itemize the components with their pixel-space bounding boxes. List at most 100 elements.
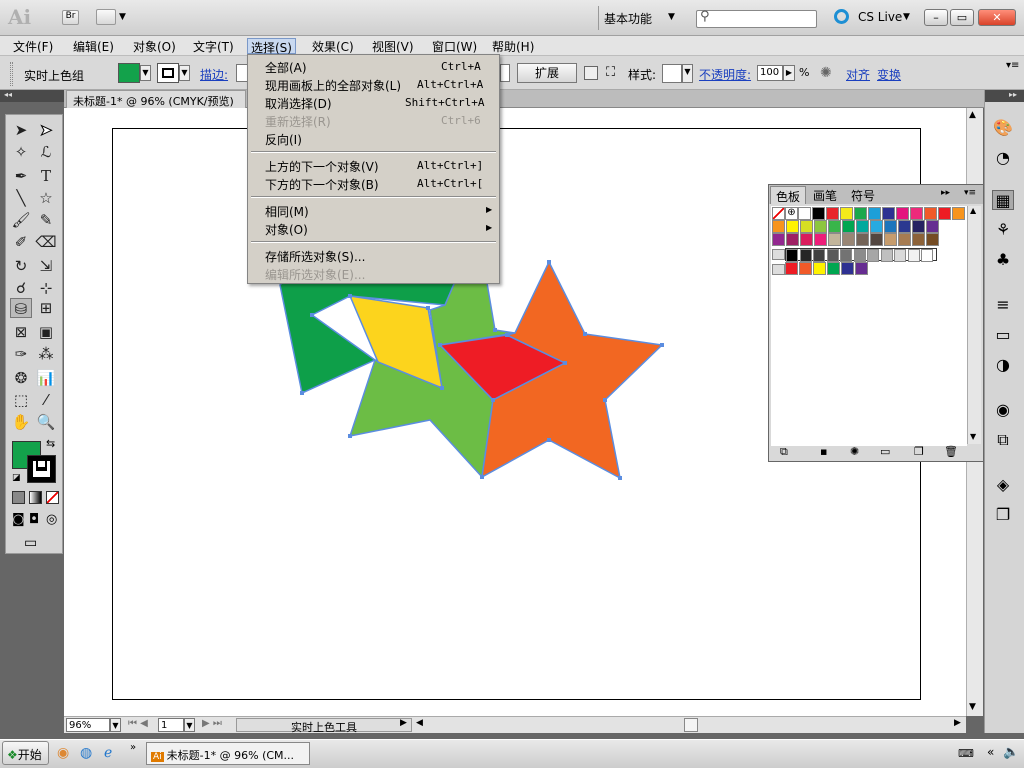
brushes-panel-icon[interactable]: ⚘: [992, 220, 1014, 240]
swatch[interactable]: [894, 249, 906, 262]
symbols-panel-icon[interactable]: ♣: [992, 250, 1014, 270]
swatch[interactable]: [910, 207, 923, 220]
anchor-point[interactable]: [603, 398, 607, 402]
anchor-point[interactable]: [348, 434, 352, 438]
show-kinds-icon[interactable]: ▪: [820, 445, 827, 458]
chevron-right-icon[interactable]: ▶: [400, 718, 407, 728]
swatch-none[interactable]: [772, 207, 785, 220]
swatch[interactable]: [912, 220, 925, 233]
panel-menu-icon[interactable]: ▾≡: [964, 188, 976, 198]
swatch[interactable]: [867, 249, 879, 262]
swatch[interactable]: [854, 207, 867, 220]
appearance-panel-icon[interactable]: ◉: [992, 400, 1014, 420]
swatch[interactable]: [882, 207, 895, 220]
chevron-down-icon[interactable]: ▼: [184, 718, 195, 732]
swatch[interactable]: [826, 249, 839, 262]
scroll-up-icon[interactable]: ▲: [969, 110, 976, 120]
ie-quicklaunch-icon[interactable]: ℯ: [104, 745, 112, 761]
artboards-panel-icon[interactable]: ❐: [992, 505, 1014, 525]
tab-symbols[interactable]: 符号: [846, 186, 880, 204]
scroll-down-icon[interactable]: ▼: [970, 432, 976, 441]
swatch[interactable]: [786, 233, 799, 246]
status-tool-label[interactable]: 实时上色工具: [236, 718, 412, 734]
anchor-point[interactable]: [426, 306, 430, 310]
tray-expand-icon[interactable]: «: [987, 745, 994, 759]
swatch[interactable]: [814, 233, 827, 246]
swatches-panel-icon[interactable]: ▦: [992, 190, 1014, 210]
swatch-options-icon[interactable]: ✺: [850, 445, 859, 458]
swatch[interactable]: [772, 220, 785, 233]
anchor-point[interactable]: [480, 475, 484, 479]
anchor-point[interactable]: [440, 386, 444, 390]
keyboard-icon[interactable]: ⌨: [958, 747, 974, 760]
anchor-point[interactable]: [618, 476, 622, 480]
anchor-point[interactable]: [493, 328, 497, 332]
swatch[interactable]: [798, 207, 811, 220]
dock-expand-icon[interactable]: ▸▸: [985, 90, 1024, 102]
swatch[interactable]: [813, 249, 825, 262]
graphic-styles-icon[interactable]: ⧉: [992, 430, 1014, 450]
color-guide-icon[interactable]: ◔: [992, 148, 1014, 168]
swatch-registration[interactable]: ⊕: [785, 207, 798, 220]
chevron-down-icon[interactable]: ▼: [110, 718, 121, 732]
swatch[interactable]: [884, 233, 897, 246]
swatch[interactable]: [921, 249, 933, 262]
menu-item-select-all-artboard[interactable]: 现用画板上的全部对象(L): [265, 77, 401, 94]
menu-item-save-selection[interactable]: 存储所选对象(S)...: [265, 248, 365, 265]
menu-item-select-all[interactable]: 全部(A): [265, 59, 307, 76]
swatch[interactable]: [856, 233, 869, 246]
swatch[interactable]: [841, 262, 854, 275]
anchor-point[interactable]: [547, 260, 551, 264]
swatch[interactable]: [907, 249, 920, 262]
app-quicklaunch-icon[interactable]: ◍: [80, 745, 92, 761]
anchor-point[interactable]: [491, 398, 495, 402]
volume-icon[interactable]: 🔈: [1003, 745, 1019, 760]
menu-item-next-object-above[interactable]: 上方的下一个对象(V): [265, 158, 379, 175]
zoom-field[interactable]: 96%: [66, 718, 110, 732]
anchor-point[interactable]: [300, 391, 304, 395]
start-button[interactable]: ❖开始: [2, 741, 49, 765]
swatch[interactable]: [786, 249, 798, 262]
browser-quicklaunch-icon[interactable]: ◉: [57, 745, 69, 761]
scroll-left-icon[interactable]: ◀: [416, 718, 423, 728]
swatch[interactable]: [898, 220, 911, 233]
color-group-folder-icon[interactable]: [772, 249, 785, 260]
menu-item-deselect[interactable]: 取消选择(D): [265, 95, 332, 112]
swatch[interactable]: [826, 207, 839, 220]
menu-item-same[interactable]: 相同(M): [265, 203, 309, 220]
anchor-point[interactable]: [583, 332, 587, 336]
scroll-right-icon[interactable]: ▶: [954, 718, 961, 728]
swatch[interactable]: [912, 233, 925, 246]
swatch-library-icon[interactable]: ⧉: [780, 445, 788, 459]
swatch[interactable]: [856, 220, 869, 233]
swatch[interactable]: [813, 262, 826, 275]
swatch[interactable]: [840, 249, 852, 262]
swatch[interactable]: [926, 220, 939, 233]
swatch[interactable]: [896, 207, 909, 220]
swatches-scrollbar[interactable]: ▲ ▼: [967, 206, 981, 444]
swatch[interactable]: [799, 262, 812, 275]
anchor-point[interactable]: [660, 343, 664, 347]
swatch[interactable]: [952, 207, 965, 220]
color-group-folder-icon[interactable]: [772, 264, 785, 275]
gradient-panel-icon[interactable]: ▭: [992, 325, 1014, 345]
swatch[interactable]: [924, 207, 937, 220]
swatch[interactable]: [880, 249, 893, 262]
live-paint-group[interactable]: [279, 260, 664, 480]
menu-item-next-object-below[interactable]: 下方的下一个对象(B): [265, 176, 379, 193]
new-swatch-icon[interactable]: ❐: [914, 445, 924, 458]
swatch[interactable]: [814, 220, 827, 233]
swatch[interactable]: [785, 262, 798, 275]
swatch[interactable]: [853, 249, 866, 262]
anchor-point[interactable]: [438, 343, 442, 347]
swatch[interactable]: [786, 220, 799, 233]
delete-swatch-icon[interactable]: 🗑: [944, 445, 958, 458]
taskbar-item-illustrator[interactable]: Ai 未标题-1* @ 96% (CM...: [146, 742, 310, 765]
new-color-group-icon[interactable]: ▭: [880, 445, 890, 458]
menu-item-object[interactable]: 对象(O): [265, 221, 308, 238]
quicklaunch-more-icon[interactable]: »: [130, 742, 136, 753]
panel-collapse-icon[interactable]: ▸▸: [941, 188, 950, 198]
menu-item-reselect[interactable]: 重新选择(R): [265, 113, 331, 130]
swatch[interactable]: [884, 220, 897, 233]
anchor-point[interactable]: [348, 294, 352, 298]
